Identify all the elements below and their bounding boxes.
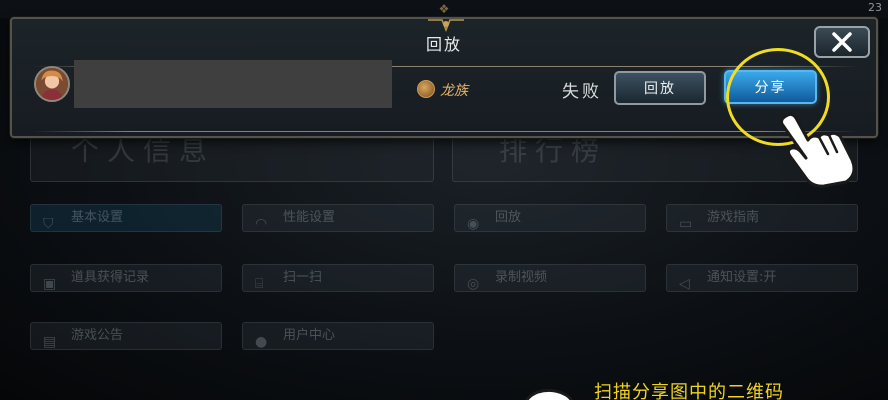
shield-icon: ⛉ (43, 216, 54, 232)
close-button[interactable] (814, 26, 870, 58)
menu-label: 用户中心 (283, 328, 336, 343)
player-name-redacted (74, 60, 392, 108)
pointing-hand-icon (780, 112, 856, 188)
menu-label: 游戏公告 (71, 328, 124, 343)
user-icon: ● (255, 334, 268, 350)
menu-label: 回放 (495, 210, 522, 225)
dialog-title: 回放 (425, 35, 462, 54)
match-result: 失败 (562, 82, 602, 102)
dragon-race-icon (417, 80, 435, 98)
menu-performance-settings[interactable]: ◠ 性能设置 (242, 204, 434, 232)
replay-button[interactable]: 回放 (614, 71, 706, 105)
menu-label: 通知设置:开 (707, 270, 777, 285)
menu-user-center[interactable]: ● 用户中心 (242, 322, 434, 350)
small-pointing-hand-icon (525, 388, 574, 400)
menu-label: 录制视频 (495, 270, 548, 285)
top-bar: ❖ 23 (0, 0, 888, 18)
menu-item-records[interactable]: ▣ 道具获得记录 (30, 264, 222, 292)
menu-label: 性能设置 (283, 210, 336, 225)
scan-icon: ⌸ (255, 276, 264, 292)
menu-replay[interactable]: ◉ 回放 (454, 204, 646, 232)
items-icon: ▣ (43, 276, 57, 292)
menu-label: 扫一扫 (283, 270, 323, 285)
replay-icon: ◉ (467, 216, 480, 232)
record-icon: ◎ (467, 276, 480, 292)
tutorial-caption: 扫描分享图中的二维码 (594, 382, 784, 400)
status-clock: 23 (868, 1, 882, 14)
book-icon: ▭ (679, 216, 693, 232)
menu-notification-settings[interactable]: ◁ 通知设置:开 (666, 264, 858, 292)
speaker-icon: ◁ (679, 276, 690, 292)
menu-game-guide[interactable]: ▭ 游戏指南 (666, 204, 858, 232)
menu-scan[interactable]: ⌸ 扫一扫 (242, 264, 434, 292)
menu-basic-settings[interactable]: ⛉ 基本设置 (30, 204, 222, 232)
divider (32, 131, 858, 132)
player-avatar[interactable] (34, 66, 70, 102)
menu-label: 道具获得记录 (71, 270, 150, 285)
menu-record-video[interactable]: ◎ 录制视频 (454, 264, 646, 292)
avatar-portrait-icon (36, 68, 68, 100)
gauge-icon: ◠ (255, 216, 268, 232)
race-label: 龙族 (440, 83, 468, 99)
top-ornament-icon: ❖ (438, 2, 450, 16)
close-icon (832, 32, 852, 52)
menu-label: 游戏指南 (707, 210, 760, 225)
notice-icon: ▤ (43, 334, 57, 350)
menu-label: 基本设置 (71, 210, 124, 225)
menu-game-notice[interactable]: ▤ 游戏公告 (30, 322, 222, 350)
